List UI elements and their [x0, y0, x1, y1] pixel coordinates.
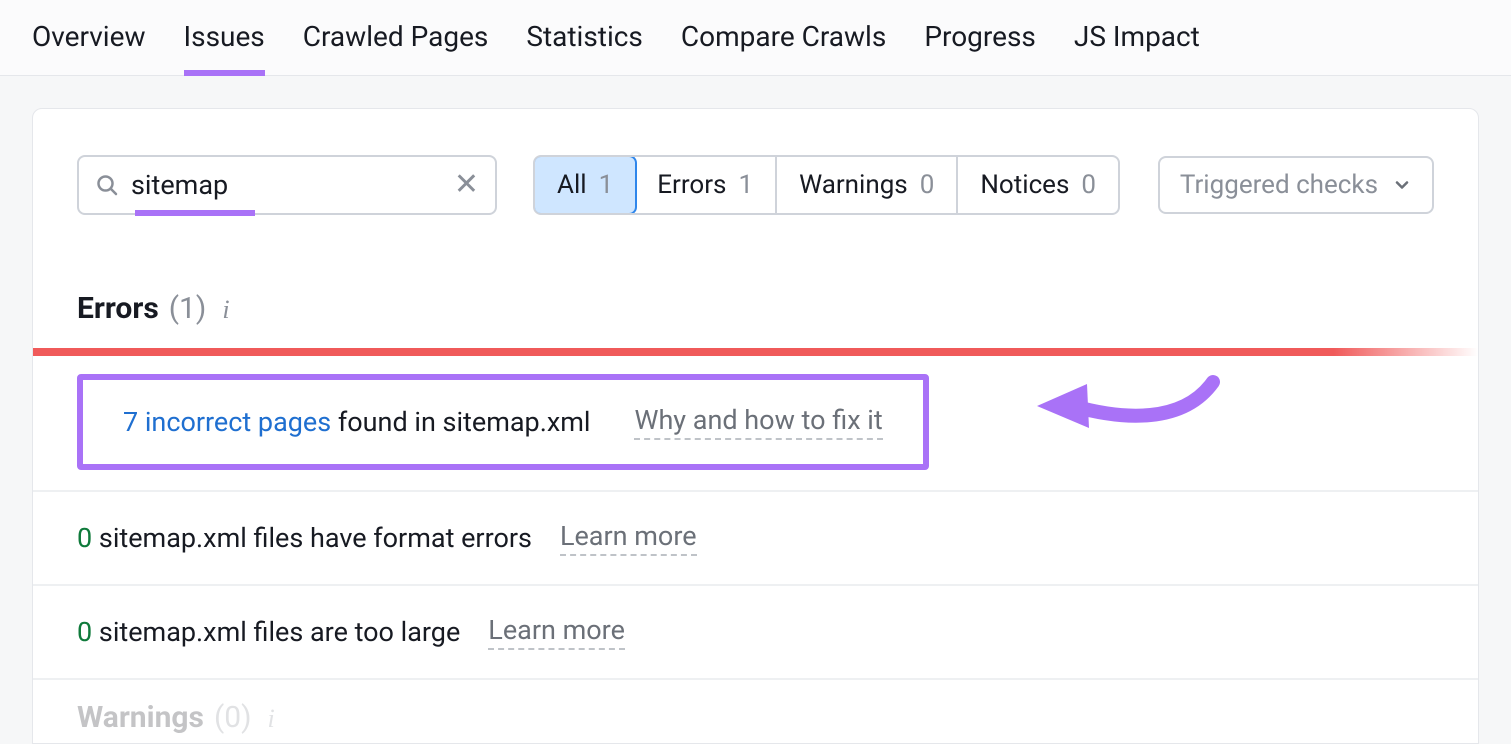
segment-label: Errors	[657, 170, 726, 200]
errors-section-heading: Errors (1) i	[33, 247, 1478, 348]
filters-row: sitemap ✕ All 1 Errors 1 Warnings 0 Noti…	[33, 109, 1478, 247]
issue-count: 0	[77, 522, 92, 554]
segment-count: 0	[920, 170, 935, 200]
issue-link[interactable]: 7 incorrect pages	[123, 406, 331, 438]
issue-list: 7 incorrect pages found in sitemap.xml W…	[33, 356, 1478, 680]
triggered-checks-dropdown[interactable]: Triggered checks	[1158, 156, 1434, 214]
tab-js-impact[interactable]: JS Impact	[1074, 20, 1200, 75]
info-icon[interactable]: i	[222, 295, 229, 325]
tab-crawled-pages[interactable]: Crawled Pages	[303, 20, 489, 75]
annotation-arrow-icon	[1013, 364, 1233, 444]
tab-statistics[interactable]: Statistics	[526, 20, 643, 75]
info-icon[interactable]: i	[268, 704, 275, 734]
clear-icon[interactable]: ✕	[454, 170, 479, 200]
segment-all[interactable]: All 1	[533, 155, 637, 215]
segment-label: Notices	[980, 170, 1069, 200]
segment-warnings[interactable]: Warnings 0	[777, 157, 958, 213]
segment-count: 1	[738, 170, 753, 200]
help-link[interactable]: Learn more	[560, 520, 697, 556]
chevron-down-icon	[1392, 175, 1412, 195]
tabs-nav: Overview Issues Crawled Pages Statistics…	[0, 0, 1511, 76]
segment-count: 1	[599, 170, 614, 200]
help-link[interactable]: Learn more	[488, 614, 625, 650]
annotation-underline	[135, 210, 255, 216]
section-title: Warnings	[77, 700, 204, 735]
annotation-highlight-box: 7 incorrect pages found in sitemap.xml W…	[77, 374, 929, 470]
issues-card: sitemap ✕ All 1 Errors 1 Warnings 0 Noti…	[32, 108, 1479, 744]
issue-row[interactable]: 0 sitemap.xml files are too large Learn …	[33, 586, 1478, 680]
issue-row[interactable]: 7 incorrect pages found in sitemap.xml W…	[33, 356, 1478, 492]
errors-divider	[33, 348, 1478, 356]
tab-issues[interactable]: Issues	[184, 20, 265, 75]
segment-label: Warnings	[799, 170, 908, 200]
issue-text: found in sitemap.xml	[331, 406, 590, 438]
tab-compare-crawls[interactable]: Compare Crawls	[681, 20, 886, 75]
search-input[interactable]: sitemap ✕	[77, 155, 497, 215]
issue-row[interactable]: 0 sitemap.xml files have format errors L…	[33, 492, 1478, 586]
segment-label: All	[557, 170, 587, 200]
filter-segments: All 1 Errors 1 Warnings 0 Notices 0	[533, 155, 1120, 215]
search-value: sitemap	[131, 169, 442, 201]
search-icon	[95, 173, 119, 197]
section-count: (1)	[169, 291, 207, 326]
issue-text: sitemap.xml files have format errors	[92, 522, 532, 554]
section-count: (0)	[214, 700, 252, 735]
dropdown-label: Triggered checks	[1180, 170, 1378, 200]
segment-count: 0	[1081, 170, 1096, 200]
tab-progress[interactable]: Progress	[924, 20, 1036, 75]
issue-text: sitemap.xml files are too large	[92, 616, 460, 648]
issue-count: 0	[77, 616, 92, 648]
segment-notices[interactable]: Notices 0	[958, 157, 1118, 213]
tab-overview[interactable]: Overview	[32, 20, 146, 75]
section-title: Errors	[77, 291, 159, 326]
segment-errors[interactable]: Errors 1	[635, 157, 777, 213]
help-link[interactable]: Why and how to fix it	[634, 404, 882, 440]
warnings-section-heading: Warnings (0) i	[33, 680, 1478, 743]
